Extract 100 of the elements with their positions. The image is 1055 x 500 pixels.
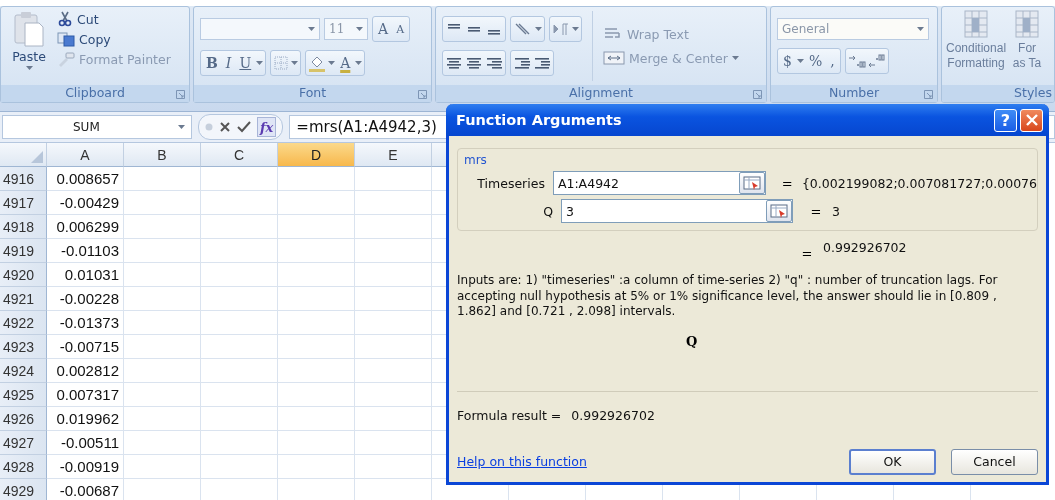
styles-button[interactable]: For as Ta [1012,9,1043,85]
table-cell[interactable] [201,359,278,383]
dialog-launcher-icon[interactable] [924,90,933,99]
table-cell[interactable] [124,263,201,287]
table-cell[interactable]: 0.008657 [47,167,124,191]
row-header[interactable]: 4920 [0,263,47,287]
row-header[interactable]: 4926 [0,407,47,431]
column-header[interactable]: C [201,143,278,167]
table-cell[interactable]: -0.00228 [47,287,124,311]
table-cell[interactable]: -0.00687 [47,479,124,500]
table-cell[interactable] [201,455,278,479]
table-cell[interactable] [124,455,201,479]
table-cell[interactable]: 0.019962 [47,407,124,431]
align-right-icon[interactable] [485,55,503,71]
table-cell[interactable] [124,167,201,191]
table-cell[interactable]: -0.00715 [47,335,124,359]
table-cell[interactable] [124,359,201,383]
argument-field[interactable]: 3 [561,199,793,223]
fill-bucket-icon[interactable] [308,54,327,72]
table-cell[interactable] [355,407,432,431]
table-cell[interactable] [124,191,201,215]
number-format-button[interactable]: $ [780,50,795,72]
table-cell[interactable] [278,263,355,287]
borders-icon[interactable] [273,55,290,71]
table-cell[interactable] [355,191,432,215]
name-box[interactable]: SUM [2,115,192,139]
decrease-decimal-icon[interactable] [867,53,886,69]
row-header[interactable]: 4916 [0,167,47,191]
table-cell[interactable] [278,431,355,455]
table-cell[interactable] [201,311,278,335]
help-link[interactable]: Help on this function [457,454,834,470]
table-cell[interactable] [124,287,201,311]
table-cell[interactable] [278,287,355,311]
row-header[interactable]: 4918 [0,215,47,239]
row-header[interactable]: 4927 [0,431,47,455]
format-button[interactable]: B [203,52,221,74]
grow-font-button[interactable]: A [375,18,392,40]
table-cell[interactable] [278,359,355,383]
format-button[interactable]: I [222,52,235,74]
number-format-button[interactable]: % [805,50,826,72]
table-cell[interactable] [124,431,201,455]
table-cell[interactable] [355,311,432,335]
insert-function-button[interactable]: fx [257,117,277,137]
paste-button[interactable]: Paste [7,11,51,81]
column-header[interactable]: A [47,143,124,167]
table-cell[interactable] [355,431,432,455]
table-cell[interactable] [201,407,278,431]
table-cell[interactable] [201,287,278,311]
dialog-launcher-icon[interactable] [753,90,762,99]
table-cell[interactable] [124,335,201,359]
table-cell[interactable] [201,215,278,239]
column-header[interactable]: B [124,143,201,167]
table-cell[interactable] [201,191,278,215]
table-cell[interactable] [355,239,432,263]
table-cell[interactable]: -0.01373 [47,311,124,335]
table-cell[interactable]: -0.00429 [47,191,124,215]
table-cell[interactable] [201,431,278,455]
increase-indent-icon[interactable] [533,55,551,71]
table-cell[interactable] [355,455,432,479]
column-header[interactable]: E [355,143,432,167]
row-header[interactable]: 4928 [0,455,47,479]
table-cell[interactable] [201,167,278,191]
row-header[interactable]: 4922 [0,311,47,335]
cancel-button[interactable]: Cancel [951,448,1038,475]
table-cell[interactable] [355,287,432,311]
table-cell[interactable] [355,215,432,239]
collapse-dialog-button[interactable] [738,172,765,194]
table-cell[interactable] [278,311,355,335]
row-header[interactable]: 4925 [0,383,47,407]
table-cell[interactable] [201,263,278,287]
ok-button[interactable]: OK [849,448,936,475]
collapse-dialog-button[interactable] [766,200,792,222]
table-cell[interactable] [278,239,355,263]
ribbon-button[interactable]: Cut [57,11,171,27]
styles-button[interactable]: Conditional Formatting [946,9,1007,85]
shrink-font-button[interactable]: A [393,18,408,40]
paragraph-icon[interactable] [552,21,570,37]
row-header[interactable]: 4917 [0,191,47,215]
table-cell[interactable] [124,407,201,431]
table-cell[interactable] [355,335,432,359]
table-cell[interactable] [355,167,432,191]
help-button[interactable]: ? [994,108,1017,132]
dialog-launcher-icon[interactable] [176,90,185,99]
column-header[interactable]: D [278,143,355,167]
row-header[interactable]: 4929 [0,479,47,500]
table-cell[interactable]: 0.007317 [47,383,124,407]
table-cell[interactable] [278,191,355,215]
row-header[interactable]: 4924 [0,359,47,383]
table-cell[interactable]: -0.01103 [47,239,124,263]
table-cell[interactable] [278,407,355,431]
align-left-icon[interactable] [445,55,463,71]
align-center-icon[interactable] [465,55,483,71]
select-all-button[interactable] [0,143,47,167]
close-button[interactable] [1020,108,1043,132]
dialog-launcher-icon[interactable] [418,90,427,99]
table-cell[interactable]: 0.002812 [47,359,124,383]
format-button[interactable]: U [236,52,255,74]
row-header[interactable]: 4919 [0,239,47,263]
increase-decimal-icon[interactable] [847,53,866,69]
table-cell[interactable] [278,167,355,191]
